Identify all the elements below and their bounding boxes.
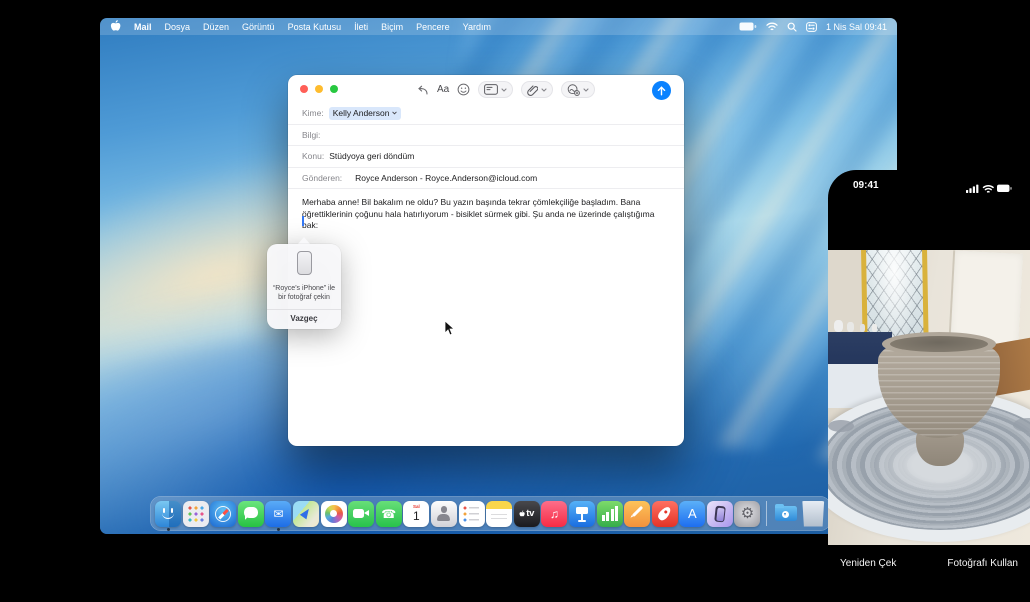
subject-value: Stüdyoya geri döndüm xyxy=(329,151,414,161)
dock-keynote-icon[interactable] xyxy=(569,501,595,527)
from-label: Gönderen: xyxy=(302,173,342,183)
mail-compose-window: Aa xyxy=(288,75,684,446)
dock-music-icon[interactable]: ♫ xyxy=(541,501,567,527)
popup-message: “Royce’s iPhone” ile bir fotoğraf çekin xyxy=(267,284,341,303)
dock-system-settings-icon[interactable]: ⚙ xyxy=(734,501,760,527)
dock-pages-icon[interactable] xyxy=(624,501,650,527)
dock-notes-icon[interactable] xyxy=(486,501,512,527)
dock-contacts-icon[interactable] xyxy=(431,501,457,527)
battery-icon xyxy=(997,185,1012,192)
dock-reminders-icon[interactable] xyxy=(459,501,485,527)
dock-mail-icon[interactable]: ✉ xyxy=(265,501,291,527)
menu-item-posta-kutusu[interactable]: Posta Kutusu xyxy=(288,22,342,32)
close-window-button[interactable] xyxy=(300,85,308,93)
subject-field[interactable]: Konu: Stüdyoya geri döndüm xyxy=(288,146,684,168)
cellular-signal-icon xyxy=(966,185,978,193)
text-caret xyxy=(302,216,304,226)
dock-safari-icon[interactable] xyxy=(210,501,236,527)
from-value: Royce Anderson - Royce.Anderson@icloud.c… xyxy=(355,173,537,183)
dock-launchpad-icon[interactable] xyxy=(183,501,209,527)
dock-appstore-icon[interactable]: A xyxy=(679,501,705,527)
message-body-editor[interactable]: Merhaba anne! Bil bakalım ne oldu? Bu ya… xyxy=(302,197,658,232)
menu-item-duzen[interactable]: Düzen xyxy=(203,22,229,32)
attach-file-button[interactable] xyxy=(521,81,553,98)
retake-button[interactable]: Yeniden Çek xyxy=(840,558,896,602)
menu-item-pencere[interactable]: Pencere xyxy=(416,22,450,32)
emoji-picker-icon[interactable] xyxy=(457,83,470,96)
mouse-cursor xyxy=(444,320,455,341)
dock-downloads-folder-icon[interactable] xyxy=(773,501,799,527)
cc-label: Bilgi: xyxy=(302,130,320,140)
dock-trash-icon[interactable] xyxy=(800,501,826,527)
menu-bar: Mail Dosya Düzen Görüntü Posta Kutusu İl… xyxy=(100,18,897,35)
iphone-status-icons xyxy=(966,181,1012,199)
use-photo-button[interactable]: Fotoğrafı Kullan xyxy=(947,558,1018,602)
menu-item-dosya[interactable]: Dosya xyxy=(165,22,191,32)
dock-divider xyxy=(766,501,767,526)
search-icon[interactable] xyxy=(787,22,797,32)
wifi-icon[interactable] xyxy=(766,22,778,31)
mac-desktop: Mail Dosya Düzen Görüntü Posta Kutusu İl… xyxy=(100,18,897,534)
menu-item-bicim[interactable]: Biçim xyxy=(381,22,403,32)
running-indicator xyxy=(167,528,170,531)
dock-appletv-icon[interactable]: tv xyxy=(514,501,540,527)
menu-item-yardim[interactable]: Yardım xyxy=(463,22,491,32)
dock-phone-icon[interactable]: ☎ xyxy=(376,501,402,527)
iphone-camera-view: 09:41 Yeniden Çek Foto xyxy=(828,170,1030,602)
insert-photo-button[interactable] xyxy=(561,81,595,98)
camera-action-bar: Yeniden Çek Fotoğrafı Kullan xyxy=(828,545,1030,602)
clay-pot-opening xyxy=(890,336,988,352)
to-field[interactable]: Kime: Kelly Anderson xyxy=(288,103,684,125)
clay-smudge xyxy=(828,420,854,432)
control-center-icon[interactable] xyxy=(806,22,817,32)
undo-icon[interactable] xyxy=(416,84,429,96)
menu-item-goruntu[interactable]: Görüntü xyxy=(242,22,275,32)
from-field[interactable]: Gönderen: Royce Anderson - Royce.Anderso… xyxy=(288,168,684,190)
continuity-camera-popup: “Royce’s iPhone” ile bir fotoğraf çekin … xyxy=(267,237,341,329)
chevron-down-icon xyxy=(541,88,547,92)
dock: ✉ ☎ Sal1 tv ♫ A ⚙ xyxy=(150,496,831,531)
screenshot-root: Mail Dosya Düzen Görüntü Posta Kutusu İl… xyxy=(0,0,1030,602)
small-clay-pieces xyxy=(834,320,843,332)
cc-field[interactable]: Bilgi: xyxy=(288,125,684,147)
dock-photos-icon[interactable] xyxy=(321,501,347,527)
dock-messages-icon[interactable] xyxy=(238,501,264,527)
header-fields-button[interactable] xyxy=(478,81,513,98)
subject-label: Konu: xyxy=(302,151,324,161)
dock-finder-icon[interactable] xyxy=(155,501,181,527)
send-arrow-icon xyxy=(657,86,666,96)
menubar-clock[interactable]: 1 Nis Sal 09:41 xyxy=(826,22,887,32)
cancel-button[interactable]: Vazgeç xyxy=(267,310,341,329)
menu-item-app[interactable]: Mail xyxy=(134,22,152,32)
dock-numbers-icon[interactable] xyxy=(597,501,623,527)
dock-maps-icon[interactable] xyxy=(293,501,319,527)
chevron-down-icon xyxy=(392,111,397,115)
wifi-icon xyxy=(984,186,994,192)
zoom-window-button[interactable] xyxy=(330,85,338,93)
running-indicator xyxy=(277,528,280,531)
format-text-button[interactable]: Aa xyxy=(437,84,449,95)
minimize-window-button[interactable] xyxy=(315,85,323,93)
dock-rocket-icon[interactable] xyxy=(652,501,678,527)
chevron-down-icon xyxy=(583,88,589,92)
dock-iphone-mirroring-icon[interactable] xyxy=(707,501,733,527)
chevron-down-icon xyxy=(501,88,507,92)
captured-photo-pottery xyxy=(828,250,1030,545)
dock-calendar-icon[interactable]: Sal1 xyxy=(403,501,429,527)
to-label: Kime: xyxy=(302,108,324,118)
iphone-status-time: 09:41 xyxy=(853,180,879,191)
send-button[interactable] xyxy=(652,81,671,100)
iphone-outline-icon xyxy=(297,251,312,275)
popup-arrow xyxy=(298,237,310,244)
dock-facetime-icon[interactable] xyxy=(348,501,374,527)
apple-menu-icon[interactable] xyxy=(110,19,121,34)
battery-icon[interactable] xyxy=(739,22,757,31)
recipient-token[interactable]: Kelly Anderson xyxy=(329,107,402,120)
menu-item-ileti[interactable]: İleti xyxy=(354,22,368,32)
